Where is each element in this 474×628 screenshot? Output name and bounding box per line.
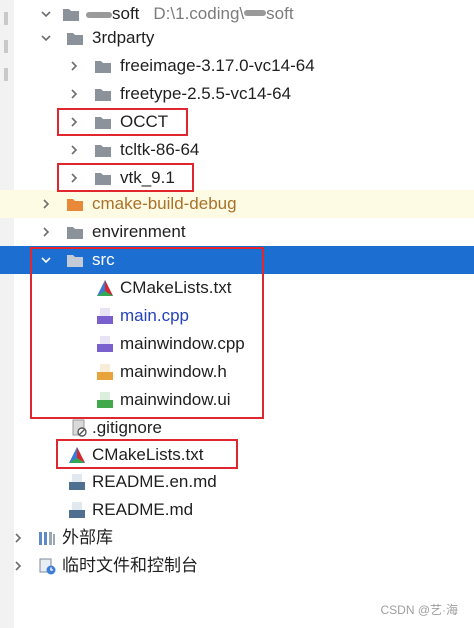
tree-label: src bbox=[92, 250, 115, 269]
folder-icon bbox=[66, 29, 84, 47]
project-path: D:\1.coding\ soft bbox=[153, 4, 293, 23]
tree-row-mainwindow-h[interactable]: mainwindow.h bbox=[0, 358, 474, 386]
chevron-right-icon[interactable] bbox=[10, 552, 26, 580]
chevron-right-icon[interactable] bbox=[66, 80, 82, 108]
tree-label: mainwindow.h bbox=[120, 362, 227, 381]
tree-row-main-cpp[interactable]: main.cpp bbox=[0, 302, 474, 330]
watermark: CSDN @艺·海 bbox=[380, 603, 458, 617]
cmake-icon bbox=[96, 279, 114, 297]
tree-row-cmake-build-debug[interactable]: cmake-build-debug bbox=[0, 190, 474, 218]
folder-icon bbox=[94, 169, 112, 187]
tree-label: 外部库 bbox=[62, 528, 113, 547]
tree-label: CMakeLists.txt bbox=[92, 445, 204, 464]
folder-icon bbox=[66, 223, 84, 241]
tree-label: OCCT bbox=[120, 112, 169, 131]
cpp-file-icon bbox=[96, 335, 114, 353]
folder-icon bbox=[94, 141, 112, 159]
gitignore-file-icon bbox=[70, 419, 88, 437]
folder-icon bbox=[62, 5, 80, 23]
tree-row-mainwindow-cpp[interactable]: mainwindow.cpp bbox=[0, 330, 474, 358]
chevron-right-icon[interactable] bbox=[10, 524, 26, 552]
tree-label: .gitignore bbox=[92, 418, 162, 437]
tree-label: README.en.md bbox=[92, 472, 217, 491]
library-icon bbox=[38, 529, 56, 547]
qt-ui-file-icon bbox=[96, 391, 114, 409]
tree-label: mainwindow.ui bbox=[120, 390, 231, 409]
chevron-right-icon[interactable] bbox=[38, 190, 54, 218]
chevron-right-icon[interactable] bbox=[38, 218, 54, 246]
tree-label: CMakeLists.txt bbox=[120, 278, 232, 297]
tree-row-vtk[interactable]: vtk_9.1 bbox=[0, 164, 474, 192]
scratches-icon bbox=[38, 557, 56, 575]
markdown-file-icon bbox=[68, 473, 86, 491]
excluded-folder-icon bbox=[66, 195, 84, 213]
tree-row-tcltk[interactable]: tcltk-86-64 bbox=[0, 136, 474, 164]
tree-row-3rdparty[interactable]: 3rdparty bbox=[0, 24, 474, 52]
tree-row-src-cmakelists[interactable]: CMakeLists.txt bbox=[0, 274, 474, 302]
chevron-right-icon[interactable] bbox=[66, 108, 82, 136]
chevron-right-icon[interactable] bbox=[66, 52, 82, 80]
tree-label: README.md bbox=[92, 500, 194, 519]
tree-row-envirenment[interactable]: envirenment bbox=[0, 218, 474, 246]
tree-label: mainwindow.cpp bbox=[120, 334, 245, 353]
tree-label: main.cpp bbox=[120, 306, 189, 325]
markdown-file-icon bbox=[68, 501, 86, 519]
tree-label: 3rdparty bbox=[92, 28, 155, 47]
tree-label: tcltk-86-64 bbox=[120, 140, 200, 159]
path-text: D:\1.coding\ bbox=[153, 4, 245, 23]
tree-row-external-libraries[interactable]: 外部库 bbox=[0, 524, 474, 552]
folder-icon bbox=[66, 251, 84, 269]
redacted-text bbox=[86, 12, 112, 18]
cmake-icon bbox=[68, 446, 86, 464]
tree-label: freeimage-3.17.0-vc14-64 bbox=[120, 56, 315, 75]
tree-label: vtk_9.1 bbox=[120, 168, 175, 187]
tree-row-scratches[interactable]: 临时文件和控制台 bbox=[0, 552, 474, 580]
tree-label: cmake-build-debug bbox=[92, 194, 237, 213]
folder-icon bbox=[94, 113, 112, 131]
tree-row-mainwindow-ui[interactable]: mainwindow.ui bbox=[0, 386, 474, 414]
tree-label: envirenment bbox=[92, 222, 186, 241]
folder-icon bbox=[94, 85, 112, 103]
path-tail: soft bbox=[266, 4, 294, 23]
tree-row-freetype[interactable]: freetype-2.5.5-vc14-64 bbox=[0, 80, 474, 108]
tree-row-occt[interactable]: OCCT bbox=[0, 108, 474, 136]
tree-row-freeimage[interactable]: freeimage-3.17.0-vc14-64 bbox=[0, 52, 474, 80]
tree-row-readme-en[interactable]: README.en.md bbox=[0, 468, 474, 496]
header-file-icon bbox=[96, 363, 114, 381]
tree-label: soft bbox=[112, 4, 140, 23]
chevron-right-icon[interactable] bbox=[66, 136, 82, 164]
tree-row-root-cmakelists[interactable]: CMakeLists.txt bbox=[0, 441, 474, 469]
chevron-down-icon[interactable] bbox=[38, 24, 54, 52]
tree-row-src[interactable]: src bbox=[0, 246, 474, 274]
tree-label: freetype-2.5.5-vc14-64 bbox=[120, 84, 292, 103]
redacted-text bbox=[244, 10, 267, 16]
cpp-file-icon bbox=[96, 307, 114, 325]
tree-label: 临时文件和控制台 bbox=[62, 556, 198, 575]
folder-icon bbox=[94, 57, 112, 75]
chevron-right-icon[interactable] bbox=[66, 164, 82, 192]
tree-row-readme[interactable]: README.md bbox=[0, 496, 474, 524]
tree-row-gitignore[interactable]: .gitignore bbox=[0, 414, 474, 442]
chevron-down-icon[interactable] bbox=[38, 246, 54, 274]
